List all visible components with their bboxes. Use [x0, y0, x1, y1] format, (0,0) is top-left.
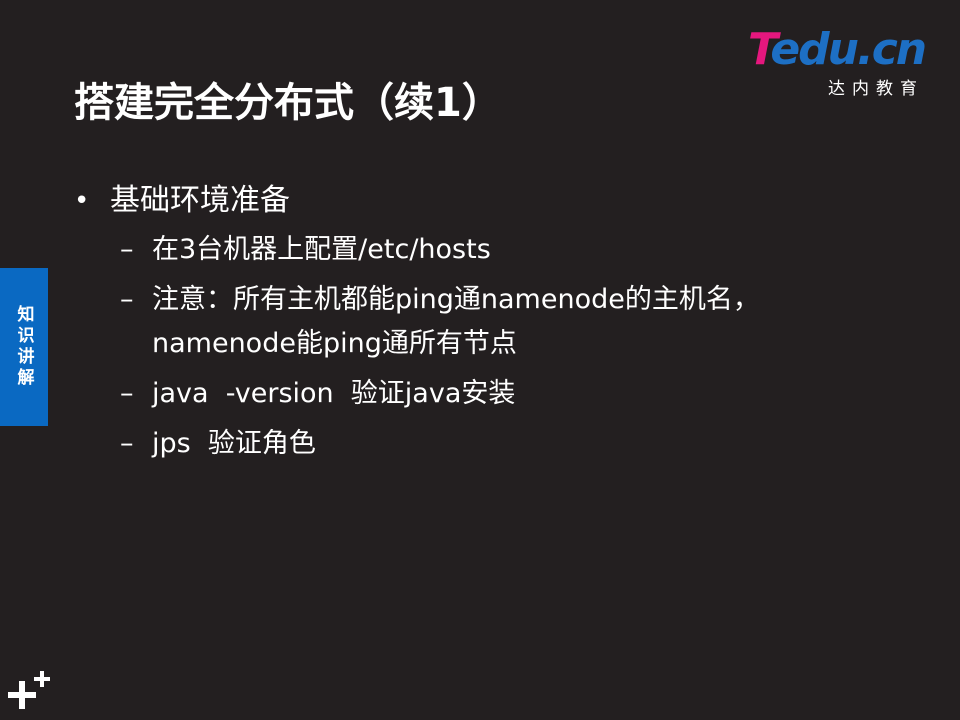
bullet-level2-text: 注意：所有主机都能ping通namenode的主机名， namenode能pin… [152, 284, 760, 359]
logo-subtitle: 达内教育 [828, 79, 924, 99]
logo-wordmark-rest: edu.cn [770, 24, 927, 75]
bullet-dash: – [120, 234, 134, 265]
bullet-dash: – [120, 284, 134, 315]
side-tab: 知识讲解 [0, 268, 48, 426]
bullet-level2-text: jps 验证角色 [152, 428, 316, 459]
slide-title: 搭建完全分布式（续1） [74, 80, 502, 126]
bullet-level2-text: 在3台机器上配置/etc/hosts [152, 234, 491, 265]
bullet-level2: – 在3台机器上配置/etc/hosts [120, 228, 894, 272]
slide: 搭建完全分布式（续1） Tedu.cn 达内教育 知识讲解 • 基础环境准备 –… [0, 0, 960, 720]
logo-wordmark: Tedu.cn [748, 24, 927, 75]
plus-plus-icon [8, 671, 50, 709]
side-tab-label: 知识讲解 [13, 305, 34, 389]
bullet-dash: – [120, 378, 134, 409]
bullet-dash: – [120, 428, 134, 459]
bullet-content: • 基础环境准备 – 在3台机器上配置/etc/hosts – 注意：所有主机都… [74, 180, 894, 472]
bullet-level2: – java -version 验证java安装 [120, 372, 894, 416]
bullet-level2: – jps 验证角色 [120, 422, 894, 466]
bullet-dot: • [74, 186, 90, 216]
tedu-logo: Tedu.cn 达内教育 [748, 24, 938, 100]
bullet-level2-text: java -version 验证java安装 [152, 378, 516, 409]
bullet-level1: • 基础环境准备 [74, 180, 894, 222]
bullet-level1-text: 基础环境准备 [110, 183, 290, 218]
bullet-level2: – 注意：所有主机都能ping通namenode的主机名， namenode能p… [120, 278, 894, 366]
logo-wordmark-t: T [748, 24, 772, 75]
